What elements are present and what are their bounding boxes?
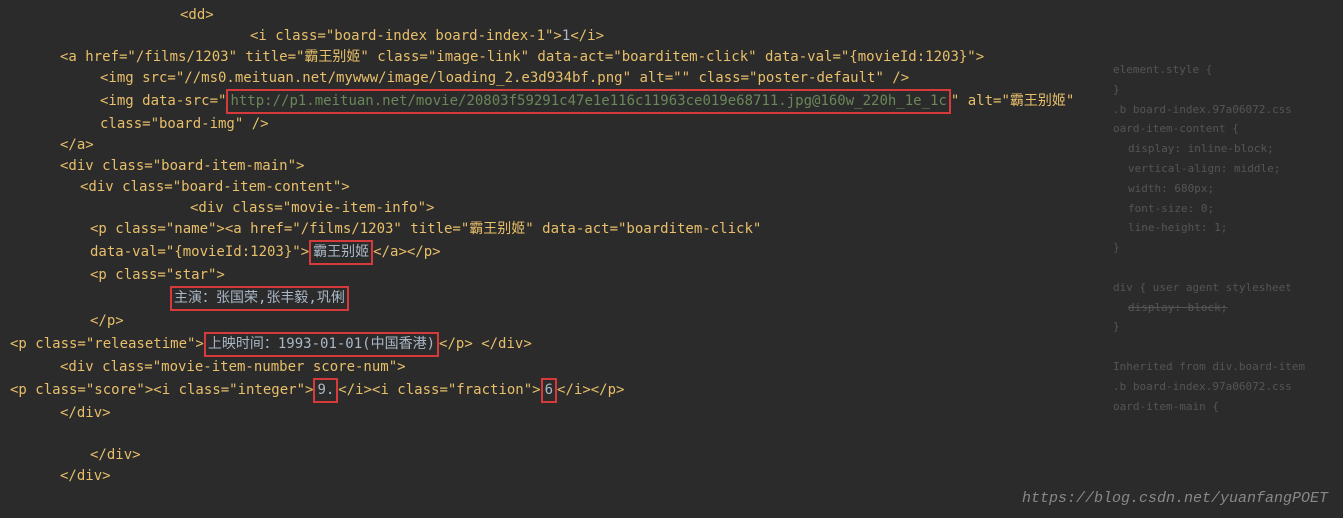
div-close-inline: </div> <box>481 336 532 352</box>
dd-open-tag: <dd> <box>180 7 214 23</box>
style-line: line-height: 1; <box>1113 218 1333 238</box>
style-line: display: inline-block; <box>1113 139 1333 159</box>
style-line: .b board-index.97a06072.css <box>1113 100 1333 120</box>
highlighted-score-int: 9. <box>313 378 338 403</box>
style-line: Inherited from div.board-item <box>1113 357 1333 377</box>
p-name-dataval: data-val="{movieId:1203}"> <box>90 244 309 260</box>
style-line: width: 680px; <box>1113 179 1333 199</box>
p-star-open: <p class="star"> <box>90 267 225 283</box>
p-score-open: <p class="score"><i class="integer"> <box>10 382 313 398</box>
css-styles-panel: element.style { } .b board-index.97a0607… <box>1113 60 1333 416</box>
img-board-img-class: class="board-img" /> <box>100 116 269 132</box>
style-line: } <box>1113 238 1333 258</box>
div-movie-item-number: <div class="movie-item-number score-num"… <box>60 359 406 375</box>
i-board-index-open: <i class="board-index board-index-1"> <box>250 28 562 44</box>
a-close: </a> <box>60 137 94 153</box>
img-data-src-close: " alt="霸王别姬" <box>951 93 1074 109</box>
img-data-src-open: <img data-src=" <box>100 93 226 109</box>
style-line: .b board-index.97a06072.css <box>1113 377 1333 397</box>
a-image-link: <a href="/films/1203" title="霸王别姬" class… <box>60 49 984 65</box>
style-line: element.style { <box>1113 60 1333 80</box>
p-name-open: <p class="name"><a href="/films/1203" ti… <box>90 221 761 237</box>
div-close-2: </div> <box>90 447 141 463</box>
highlighted-release-text: 上映时间：1993-01-01(中国香港) <box>204 332 439 357</box>
p-star-close: </p> <box>90 313 124 329</box>
i-board-index-close: </i> <box>570 28 604 44</box>
p-releasetime-close: </p> <box>439 336 473 352</box>
style-line: oard-item-content { <box>1113 119 1333 139</box>
style-line: } <box>1113 80 1333 100</box>
p-name-close: </a></p> <box>373 244 440 260</box>
watermark-text: https://blog.csdn.net/yuanfangPOET <box>1022 488 1328 511</box>
highlighted-movie-title: 霸王别姬 <box>309 240 373 265</box>
p-releasetime-open: <p class="releasetime"> <box>10 336 204 352</box>
highlighted-score-frac: 6 <box>541 378 557 403</box>
p-score-close: </i></p> <box>557 382 624 398</box>
highlighted-star-text: 主演：张国荣,张丰毅,巩俐 <box>170 286 349 311</box>
div-board-item-content: <div class="board-item-content"> <box>80 179 350 195</box>
div-close-3: </div> <box>60 468 111 484</box>
div-board-item-main: <div class="board-item-main"> <box>60 158 304 174</box>
div-close-1: </div> <box>60 405 111 421</box>
p-score-mid: </i><i class="fraction"> <box>338 382 540 398</box>
style-line: } <box>1113 317 1333 337</box>
highlighted-url: http://p1.meituan.net/movie/20803f59291c… <box>226 89 950 114</box>
style-line: oard-item-main { <box>1113 397 1333 417</box>
style-line: font-size: 0; <box>1113 199 1333 219</box>
style-line: div { user agent stylesheet <box>1113 278 1333 298</box>
style-line: vertical-align: middle; <box>1113 159 1333 179</box>
div-movie-item-info: <div class="movie-item-info"> <box>190 200 434 216</box>
img-poster-default: <img src="//ms0.meituan.net/mywww/image/… <box>100 70 909 86</box>
style-line: display: block; <box>1113 298 1333 318</box>
